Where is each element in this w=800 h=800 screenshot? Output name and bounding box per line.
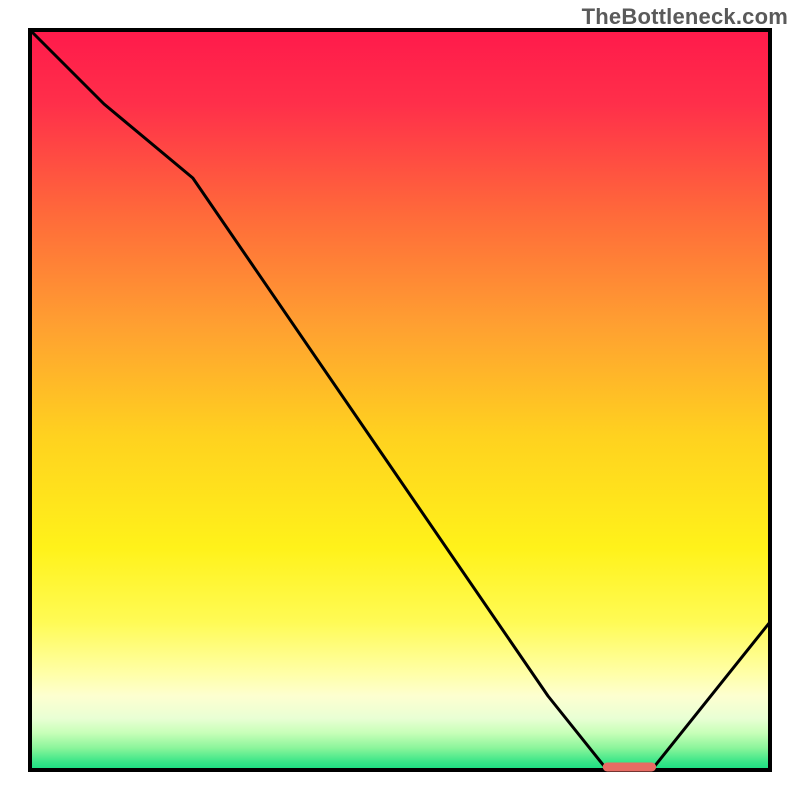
chart-svg [0, 0, 800, 800]
gradient-background [30, 30, 770, 770]
plot-area [30, 30, 770, 770]
chart-container: TheBottleneck.com [0, 0, 800, 800]
